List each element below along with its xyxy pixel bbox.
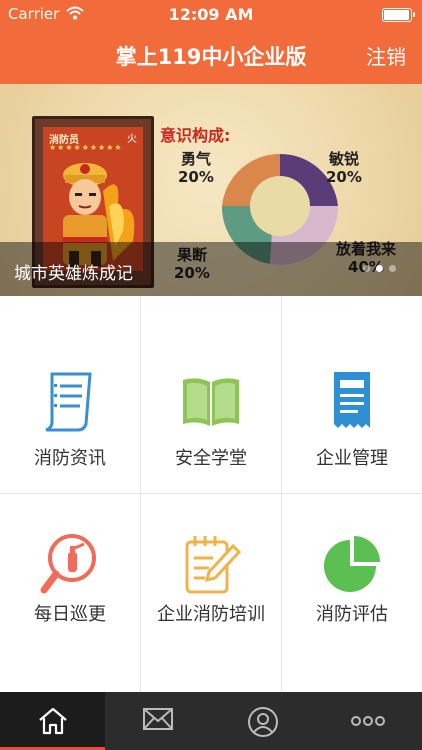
- tab-bar: [0, 692, 422, 750]
- notepad-pencil-icon: [185, 536, 242, 594]
- page-indicator-dot[interactable]: [389, 265, 396, 272]
- grid-item-fire-assessment[interactable]: 消防评估: [282, 494, 422, 692]
- receipt-document-icon: [334, 372, 370, 428]
- more-dots-icon: [350, 716, 385, 726]
- grid-item-fire-news[interactable]: 消防资讯: [0, 296, 140, 494]
- tab-messages[interactable]: [105, 692, 210, 750]
- status-time: 12:09 AM: [168, 5, 254, 24]
- status-bar: Carrier 12:09 AM: [0, 0, 422, 28]
- navigation-bar: 掌上119中小企业版 注销: [0, 28, 422, 84]
- grid-item-label: 每日巡更: [34, 604, 106, 625]
- pie-chart-icon: [324, 536, 380, 592]
- news-document-icon: [45, 372, 92, 432]
- page-indicator-dot[interactable]: [363, 265, 370, 272]
- grid-item-label: 消防评估: [316, 604, 388, 625]
- grid-item-safety-school[interactable]: 安全学堂: [141, 296, 281, 494]
- grid-item-label: 安全学堂: [175, 448, 247, 469]
- page-indicator-dot[interactable]: [376, 265, 383, 272]
- grid-item-label: 消防资讯: [34, 448, 106, 469]
- open-book-icon: [183, 378, 239, 426]
- feature-grid: 消防资讯 安全学堂 企业管理 每日巡更 企业消防培训 消防评估: [0, 296, 422, 692]
- banner-carousel[interactable]: 消防员 火 ★★★★★★★★★ 意识构成: 勇气 20% 敏锐 20% 果断 2…: [0, 84, 422, 296]
- page-indicator[interactable]: [363, 265, 396, 272]
- grid-item-label: 企业管理: [316, 448, 388, 469]
- segment-percent: 20%: [326, 168, 362, 186]
- segment-name: 勇气: [180, 150, 211, 168]
- tab-more[interactable]: [315, 692, 420, 750]
- grid-item-fire-training[interactable]: 企业消防培训: [141, 494, 281, 692]
- segment-label-keen: 敏锐 20%: [326, 150, 362, 186]
- tab-profile[interactable]: [210, 692, 315, 750]
- page-title: 掌上119中小企业版: [115, 45, 307, 69]
- grid-item-label: 企业消防培训: [157, 604, 265, 625]
- extinguisher-magnifier-icon: [40, 534, 96, 594]
- banner-caption-bar: 城市英雄炼成记: [0, 242, 422, 296]
- grid-item-enterprise-management[interactable]: 企业管理: [282, 296, 422, 494]
- tab-home[interactable]: [0, 692, 105, 750]
- logout-button[interactable]: 注销: [366, 41, 406, 70]
- banner-caption: 城市英雄炼成记: [14, 264, 133, 284]
- home-icon: [38, 707, 67, 735]
- battery-fill: [384, 10, 409, 20]
- segment-percent: 20%: [178, 168, 214, 186]
- segment-name: 敏锐: [328, 150, 359, 168]
- person-icon: [247, 707, 278, 737]
- grid-item-daily-patrol[interactable]: 每日巡更: [0, 494, 140, 692]
- segment-label-courage: 勇气 20%: [178, 150, 214, 186]
- battery-icon: [382, 8, 415, 22]
- envelope-icon: [142, 708, 173, 730]
- card-corner-label: 火: [127, 134, 137, 145]
